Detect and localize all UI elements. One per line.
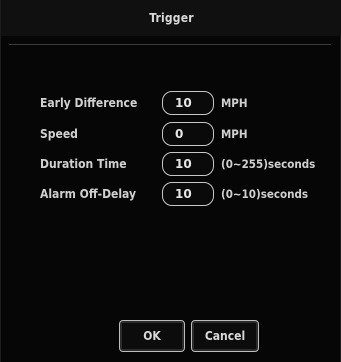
cancel-button[interactable]: Cancel <box>191 320 259 352</box>
duration-time-label: Duration Time <box>40 157 127 171</box>
speed-unit: MPH <box>221 127 248 141</box>
early-difference-unit: MPH <box>221 96 248 110</box>
title-divider <box>9 44 331 45</box>
alarm-off-delay-label: Alarm Off-Delay <box>40 187 137 201</box>
ok-button[interactable]: OK <box>119 320 185 352</box>
early-difference-input[interactable] <box>162 91 214 115</box>
speed-label: Speed <box>40 127 78 141</box>
alarm-off-delay-unit: (0~10)seconds <box>221 187 309 201</box>
speed-row: Speed MPH <box>1 120 341 148</box>
early-difference-row: Early Difference MPH <box>1 89 341 117</box>
duration-time-unit: (0~255)seconds <box>221 157 316 171</box>
dialog-titlebar: Trigger <box>1 0 341 36</box>
duration-time-input[interactable] <box>162 152 214 176</box>
early-difference-label: Early Difference <box>40 96 138 110</box>
duration-time-row: Duration Time (0~255)seconds <box>1 150 341 178</box>
trigger-dialog: Trigger Early Difference MPH Speed MPH D… <box>0 0 341 362</box>
alarm-off-delay-row: Alarm Off-Delay (0~10)seconds <box>1 180 341 208</box>
alarm-off-delay-input[interactable] <box>162 182 214 206</box>
dialog-title: Trigger <box>149 11 194 25</box>
speed-input[interactable] <box>162 122 214 146</box>
